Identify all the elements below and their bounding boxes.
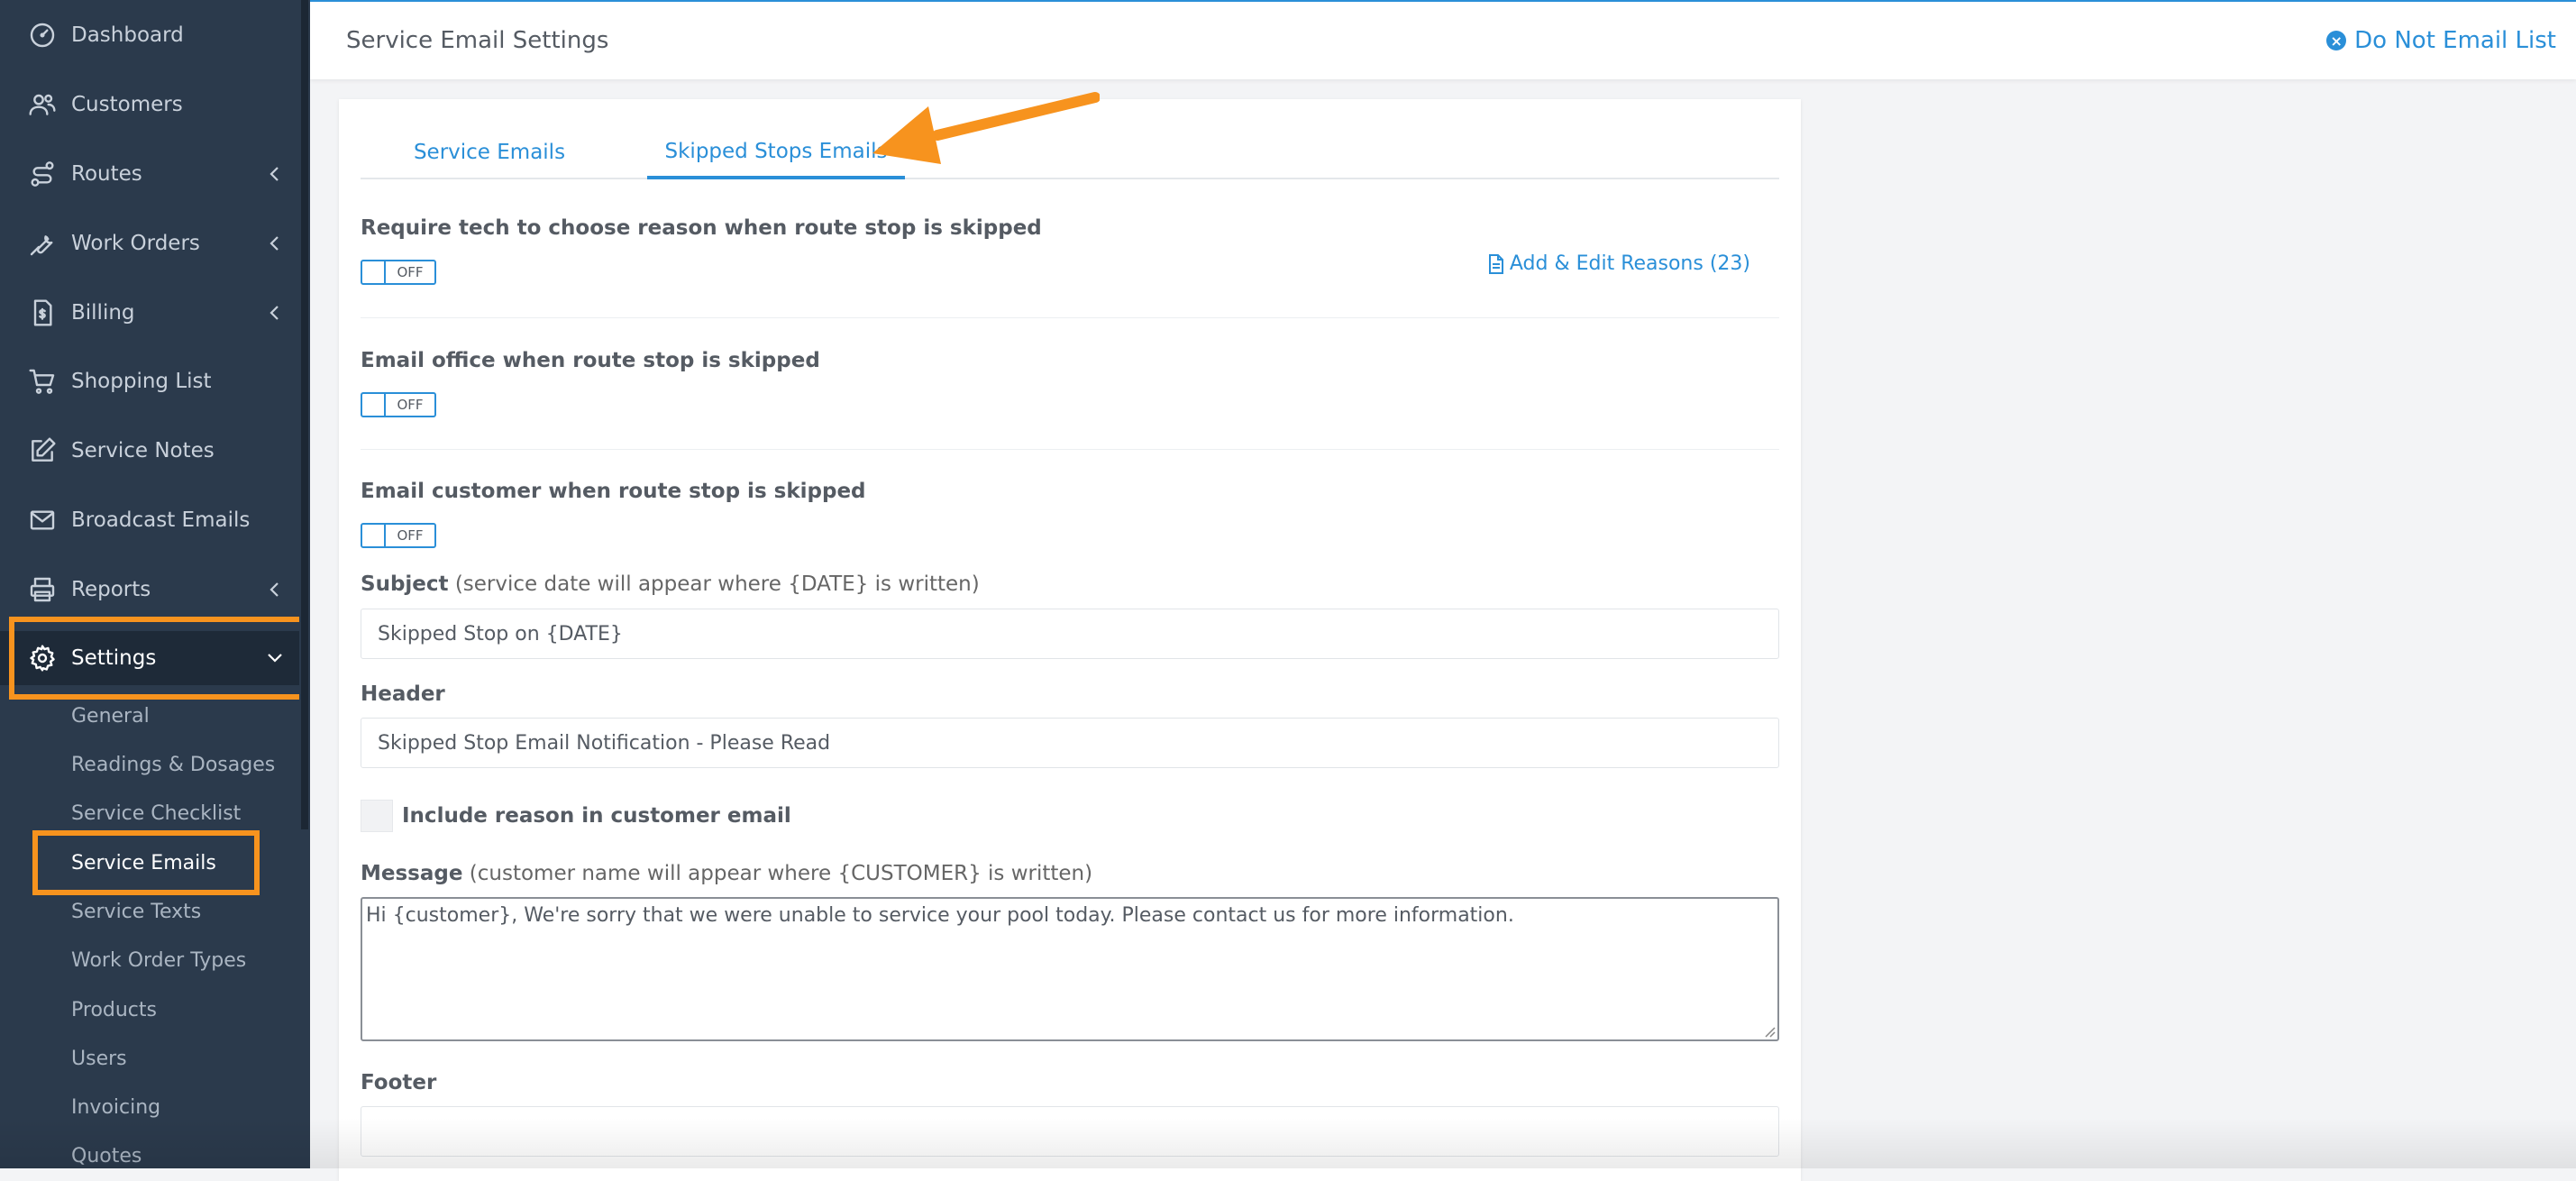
- page-title: Service Email Settings: [346, 27, 609, 54]
- chevron-left-icon: [266, 304, 284, 322]
- add-edit-reasons-link[interactable]: Add & Edit Reasons (23): [1488, 252, 1750, 275]
- envelope-icon: [27, 505, 58, 536]
- sidebar-item-dashboard[interactable]: Dashboard: [0, 8, 299, 62]
- sidebar-item-label: Reports: [71, 578, 151, 601]
- annotation-arrow-icon: [872, 92, 1100, 164]
- sidebar-item-broadcast-emails[interactable]: Broadcast Emails: [0, 493, 299, 547]
- sidebar-item-label: Service Notes: [71, 439, 215, 462]
- toggle-state: OFF: [397, 264, 424, 280]
- cart-icon: [27, 366, 58, 397]
- toggle-state: OFF: [397, 527, 424, 544]
- edit-icon: [27, 435, 58, 466]
- scrollbar-thumb[interactable]: [301, 0, 308, 829]
- close-circle-icon: ×: [2326, 31, 2347, 50]
- footer-input[interactable]: [361, 1106, 1779, 1157]
- footer-label: Footer: [361, 1071, 437, 1094]
- message-label-text: Message: [361, 862, 463, 885]
- toggle-state: OFF: [397, 397, 424, 413]
- submenu-item-service-texts[interactable]: Service Texts: [71, 901, 201, 923]
- chevron-left-icon: [266, 234, 284, 252]
- sidebar-item-reports[interactable]: Reports: [0, 563, 299, 617]
- sidebar-item-label: Work Orders: [71, 232, 200, 255]
- sidebar-item-service-notes[interactable]: Service Notes: [0, 424, 299, 478]
- sidebar-scrollbar[interactable]: [299, 0, 310, 1168]
- subject-hint: (service date will appear where {DATE} i…: [448, 572, 980, 596]
- sidebar-item-label: Shopping List: [71, 370, 212, 393]
- sidebar-item-label: Billing: [71, 301, 135, 325]
- sidebar-item-work-orders[interactable]: Work Orders: [0, 216, 299, 270]
- email-office-toggle[interactable]: OFF: [361, 392, 436, 417]
- require-reason-label: Require tech to choose reason when route…: [361, 216, 1042, 240]
- sidebar-item-label: Broadcast Emails: [71, 508, 251, 532]
- highlight-service-emails: [32, 830, 260, 895]
- submenu-item-service-checklist[interactable]: Service Checklist: [71, 802, 241, 825]
- wrench-icon: [27, 228, 58, 259]
- header-label: Header: [361, 682, 445, 706]
- document-icon: [1488, 253, 1503, 274]
- routes-icon: [27, 159, 58, 189]
- sidebar-item-routes[interactable]: Routes: [0, 147, 299, 201]
- message-text: Hi {customer}, We're sorry that we were …: [366, 904, 1514, 927]
- sidebar-item-customers[interactable]: Customers: [0, 78, 299, 132]
- submenu-item-users[interactable]: Users: [71, 1048, 127, 1070]
- email-customer-label: Email customer when route stop is skippe…: [361, 480, 866, 503]
- billing-icon: [27, 298, 58, 328]
- divider: [361, 449, 1779, 450]
- sidebar-item-label: Routes: [71, 162, 142, 186]
- top-bar: Service Email Settings × Do Not Email Li…: [310, 0, 2576, 79]
- subject-input[interactable]: Skipped Stop on {DATE}: [361, 609, 1779, 659]
- message-hint: (customer name will appear where {CUSTOM…: [462, 862, 1093, 885]
- divider: [361, 317, 1779, 318]
- dashboard-icon: [27, 20, 58, 50]
- message-label: Message (customer name will appear where…: [361, 862, 1092, 885]
- submenu-item-invoicing[interactable]: Invoicing: [71, 1096, 160, 1119]
- tab-service-emails[interactable]: Service Emails: [361, 126, 618, 178]
- sidebar: Dashboard Customers Routes Work Orders B…: [0, 0, 299, 1168]
- submenu-item-quotes[interactable]: Quotes: [71, 1145, 142, 1167]
- sidebar-item-label: Customers: [71, 93, 183, 116]
- sidebar-item-label: Dashboard: [71, 23, 184, 47]
- printer-icon: [27, 574, 58, 605]
- settings-card: Service Emails Skipped Stops Emails Requ…: [339, 99, 1801, 1181]
- submenu-item-readings-dosages[interactable]: Readings & Dosages: [71, 754, 275, 776]
- sidebar-item-shopping-list[interactable]: Shopping List: [0, 354, 299, 408]
- submenu-item-work-order-types[interactable]: Work Order Types: [71, 949, 246, 972]
- subject-label-text: Subject: [361, 572, 449, 596]
- include-reason-label: Include reason in customer email: [402, 804, 791, 828]
- do-not-email-list-label: Do Not Email List: [2354, 27, 2556, 54]
- do-not-email-list-link[interactable]: × Do Not Email List: [2326, 27, 2556, 54]
- subject-label: Subject (service date will appear where …: [361, 572, 980, 596]
- chevron-left-icon: [266, 581, 284, 599]
- toggle-knob: [362, 394, 386, 416]
- resize-grip-icon[interactable]: [1763, 1025, 1776, 1038]
- toggle-knob: [362, 525, 386, 546]
- email-customer-toggle[interactable]: OFF: [361, 523, 436, 548]
- include-reason-checkbox[interactable]: [361, 800, 393, 832]
- customers-icon: [27, 89, 58, 120]
- toggle-knob: [362, 261, 386, 283]
- message-textarea[interactable]: Hi {customer}, We're sorry that we were …: [361, 897, 1779, 1041]
- chevron-left-icon: [266, 165, 284, 183]
- header-input[interactable]: Skipped Stop Email Notification - Please…: [361, 718, 1779, 768]
- sidebar-item-billing[interactable]: Billing: [0, 286, 299, 340]
- submenu-item-general[interactable]: General: [71, 705, 150, 728]
- require-reason-toggle[interactable]: OFF: [361, 260, 436, 285]
- add-edit-reasons-label: Add & Edit Reasons (23): [1509, 252, 1750, 275]
- email-office-label: Email office when route stop is skipped: [361, 349, 820, 372]
- highlight-settings: [9, 617, 299, 700]
- submenu-item-products[interactable]: Products: [71, 999, 157, 1021]
